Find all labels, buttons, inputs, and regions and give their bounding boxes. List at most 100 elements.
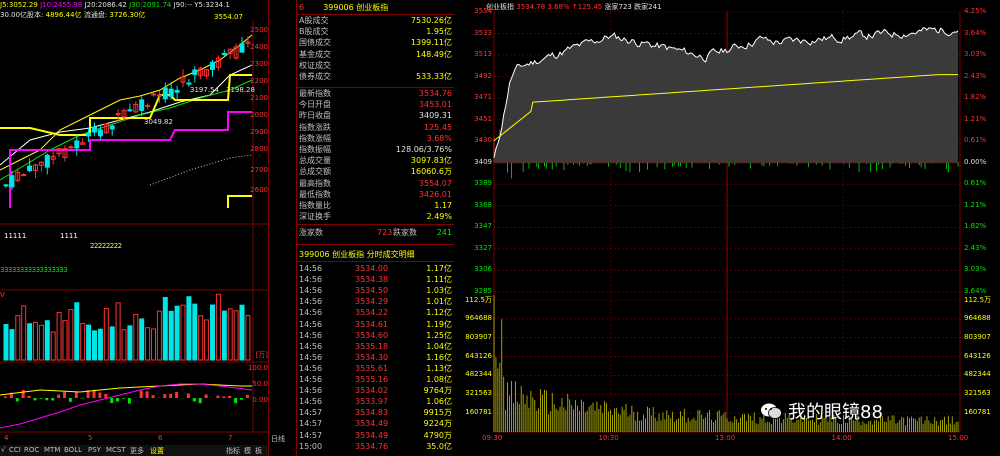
tab-cci[interactable]: CCI [9, 446, 21, 454]
price-tick: 3471 [474, 93, 492, 102]
stat-label: 最低指数 [299, 189, 331, 199]
indicator-bar [163, 394, 167, 398]
indicator-bar [222, 396, 226, 398]
indicator-bar [45, 398, 49, 401]
volume-bar [56, 312, 62, 361]
pct-tick: 3.03% [964, 50, 987, 59]
pct-tick: 0.61% [964, 136, 987, 145]
tab-more[interactable]: 更多 [130, 446, 144, 456]
trade-row[interactable]: 14:56 3534.00 1.17亿 [299, 264, 452, 274]
trade-row[interactable]: 14:56 3534.38 1.11亿 [299, 275, 452, 285]
separator [297, 261, 454, 262]
volume-bar [74, 302, 80, 361]
time-label: 10:30 [598, 434, 619, 442]
tab-indicator[interactable]: 指标 [226, 446, 240, 456]
trade-volume: 1.06亿 [426, 397, 452, 407]
kline-panel[interactable]: J5:3052.29 J10:2455.98 J20:2086.42 J30:2… [0, 0, 269, 456]
indicator-bar [98, 392, 102, 398]
pct-tick: 4.25% [964, 7, 987, 15]
trade-row[interactable]: 14:56 3535.18 1.04亿 [299, 342, 452, 352]
candles-group [3, 35, 251, 191]
indicator-bar [4, 396, 7, 398]
trade-price: 3535.61 [355, 363, 389, 373]
indicator-bar [104, 393, 108, 398]
tab-board[interactable]: 板 [255, 446, 262, 456]
indicator-bar [57, 394, 61, 398]
volume-bar [168, 310, 174, 361]
volume-bar [27, 323, 33, 361]
volume-bar [3, 323, 9, 361]
stat-value: 7530.26亿 [410, 16, 452, 25]
candle-body [156, 94, 162, 97]
tab-template[interactable]: 模 [244, 446, 251, 456]
tab-settings[interactable]: 设置 [150, 446, 164, 456]
period-label[interactable]: 日线 [271, 434, 285, 444]
indicator-bar [80, 398, 84, 399]
trades-list[interactable]: 14:56 3534.00 1.17亿 14:56 3534.38 1.11亿 14:56 3… [297, 264, 454, 454]
tab-boll[interactable]: BOLL [64, 446, 82, 454]
indicator-bar [127, 398, 131, 404]
trade-row[interactable]: 14:57 3534.49 4790万 [299, 431, 452, 441]
stat-value: 3097.83亿 [410, 156, 452, 166]
volume-bar [44, 320, 50, 361]
trade-price: 3534.49 [355, 430, 389, 440]
volume-tick: 160781 [465, 408, 492, 417]
trade-row[interactable]: 14:56 3534.50 1.03亿 [299, 286, 452, 296]
volume-bars-group [3, 293, 251, 361]
price-tick: 3492 [474, 71, 492, 80]
trade-row[interactable]: 15:00 3534.76 35.0亿 [299, 442, 452, 452]
trade-time: 15:00 [299, 441, 323, 451]
price-level-1: 3197.54 [190, 86, 219, 94]
wechat-icon [761, 403, 782, 419]
trade-row[interactable]: 14:56 3535.61 1.13亿 [299, 364, 452, 374]
trade-row[interactable]: 14:57 3534.83 9915万 [299, 408, 452, 418]
y-tick: 2400 [250, 43, 268, 51]
stat-value: 125.45 [424, 122, 452, 132]
trade-volume: 1.12亿 [426, 308, 452, 318]
trade-volume: 35.0亿 [426, 441, 452, 451]
volume-bar [239, 304, 245, 361]
stat-row: 深证换手 2.49% [299, 212, 452, 222]
trade-row[interactable]: 14:56 3534.61 1.19亿 [299, 320, 452, 330]
volume-bar [186, 296, 192, 361]
stat-value: 1.95亿 [426, 27, 452, 37]
volume-bar [133, 313, 139, 361]
tab-check[interactable]: √ [1, 446, 5, 454]
volume-tick: 643126 [465, 351, 492, 360]
watermark-text: 我的眼镜88 [788, 402, 883, 423]
kline-chart[interactable] [0, 0, 268, 456]
trade-row[interactable]: 14:56 3534.30 1.16亿 [299, 353, 452, 363]
trade-row[interactable]: 14:56 3534.29 1.01亿 [299, 297, 452, 307]
time-label: 14:00 [831, 434, 852, 442]
tab-mcst[interactable]: MCST [106, 446, 126, 454]
intraday-chart[interactable] [454, 0, 1000, 456]
trade-row[interactable]: 14:56 3534.60 1.25亿 [299, 331, 452, 341]
trade-row[interactable]: 14:57 3534.49 9224万 [299, 419, 452, 429]
tab-psy[interactable]: PSY [88, 446, 101, 454]
stat-value: 2.49% [426, 212, 452, 222]
volume-bar [115, 302, 121, 361]
volume-tick: 112.5万 [464, 296, 492, 304]
vol-label: V [0, 291, 5, 299]
volume-tick: 803907 [964, 332, 991, 341]
indicator-bar [204, 394, 208, 398]
indicator-tabs: √ CCI ROC MTM BOLL PSY MCST 更多 设置 指标 模 板 [0, 445, 268, 456]
pct-tick: 2.43% [964, 71, 987, 80]
vol-unit: [万] [255, 351, 268, 359]
trade-volume: 1.16亿 [426, 352, 452, 362]
indicator-bar [240, 398, 243, 400]
price-tick: 3347 [474, 222, 492, 231]
stat-value: 3453.01 [418, 100, 452, 110]
trade-volume: 9915万 [423, 408, 452, 418]
intraday-panel[interactable]: 创业板指 3534.78 3.68% ↑125.45 涨家723 跌家241 3… [454, 0, 1000, 456]
tab-mtm[interactable]: MTM [44, 446, 60, 454]
trade-row[interactable]: 14:56 3534.22 1.12亿 [299, 308, 452, 318]
stat-value: 1399.11亿 [410, 38, 452, 48]
tab-roc[interactable]: ROC [24, 446, 39, 454]
trade-row[interactable]: 14:56 3534.02 9764万 [299, 386, 452, 396]
trade-row[interactable]: 14:56 3533.97 1.06亿 [299, 397, 452, 407]
volume-bar [174, 305, 180, 361]
candle-body [115, 113, 121, 116]
volume-bar [38, 324, 44, 361]
trade-row[interactable]: 14:56 3535.16 1.08亿 [299, 375, 452, 385]
